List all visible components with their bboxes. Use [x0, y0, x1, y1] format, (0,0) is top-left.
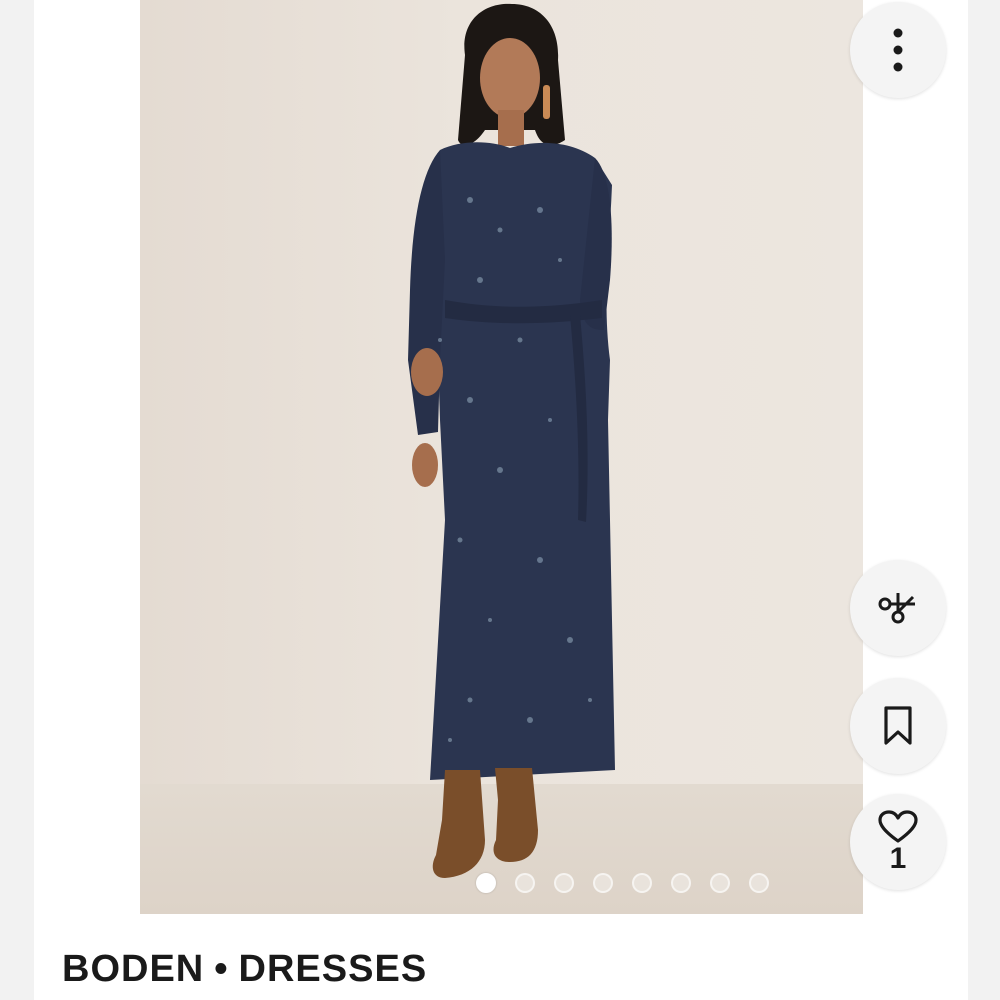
bookmark-icon — [884, 706, 912, 745]
share-button[interactable] — [850, 560, 946, 656]
carousel-dot-7[interactable] — [710, 873, 730, 893]
carousel-dot-1[interactable] — [476, 873, 496, 893]
carousel-dot-4[interactable] — [593, 873, 613, 893]
left-margin — [0, 0, 34, 1000]
heart-icon — [878, 810, 918, 843]
product-image[interactable] — [140, 0, 863, 914]
image-carousel-indicators — [476, 871, 769, 895]
category-link[interactable]: DRESSES — [239, 948, 428, 990]
bookmark-button[interactable] — [850, 678, 946, 774]
carousel-dot-5[interactable] — [632, 873, 652, 893]
carousel-dot-3[interactable] — [554, 873, 574, 893]
more-vertical-icon — [893, 28, 903, 72]
brand-link[interactable]: BODEN — [62, 948, 204, 990]
like-count: 1 — [889, 842, 907, 875]
model-wearing-dress — [408, 3, 615, 878]
carousel-dot-2[interactable] — [515, 873, 535, 893]
carousel-dot-8[interactable] — [749, 873, 769, 893]
listing-brand-category: BODEN • DRESSES — [62, 948, 427, 991]
carousel-dot-6[interactable] — [671, 873, 691, 893]
separator: • — [214, 948, 229, 990]
right-margin — [968, 0, 1000, 1000]
share-icon — [878, 593, 915, 624]
like-button[interactable]: 1 — [850, 794, 946, 890]
more-options-button[interactable] — [850, 2, 946, 98]
